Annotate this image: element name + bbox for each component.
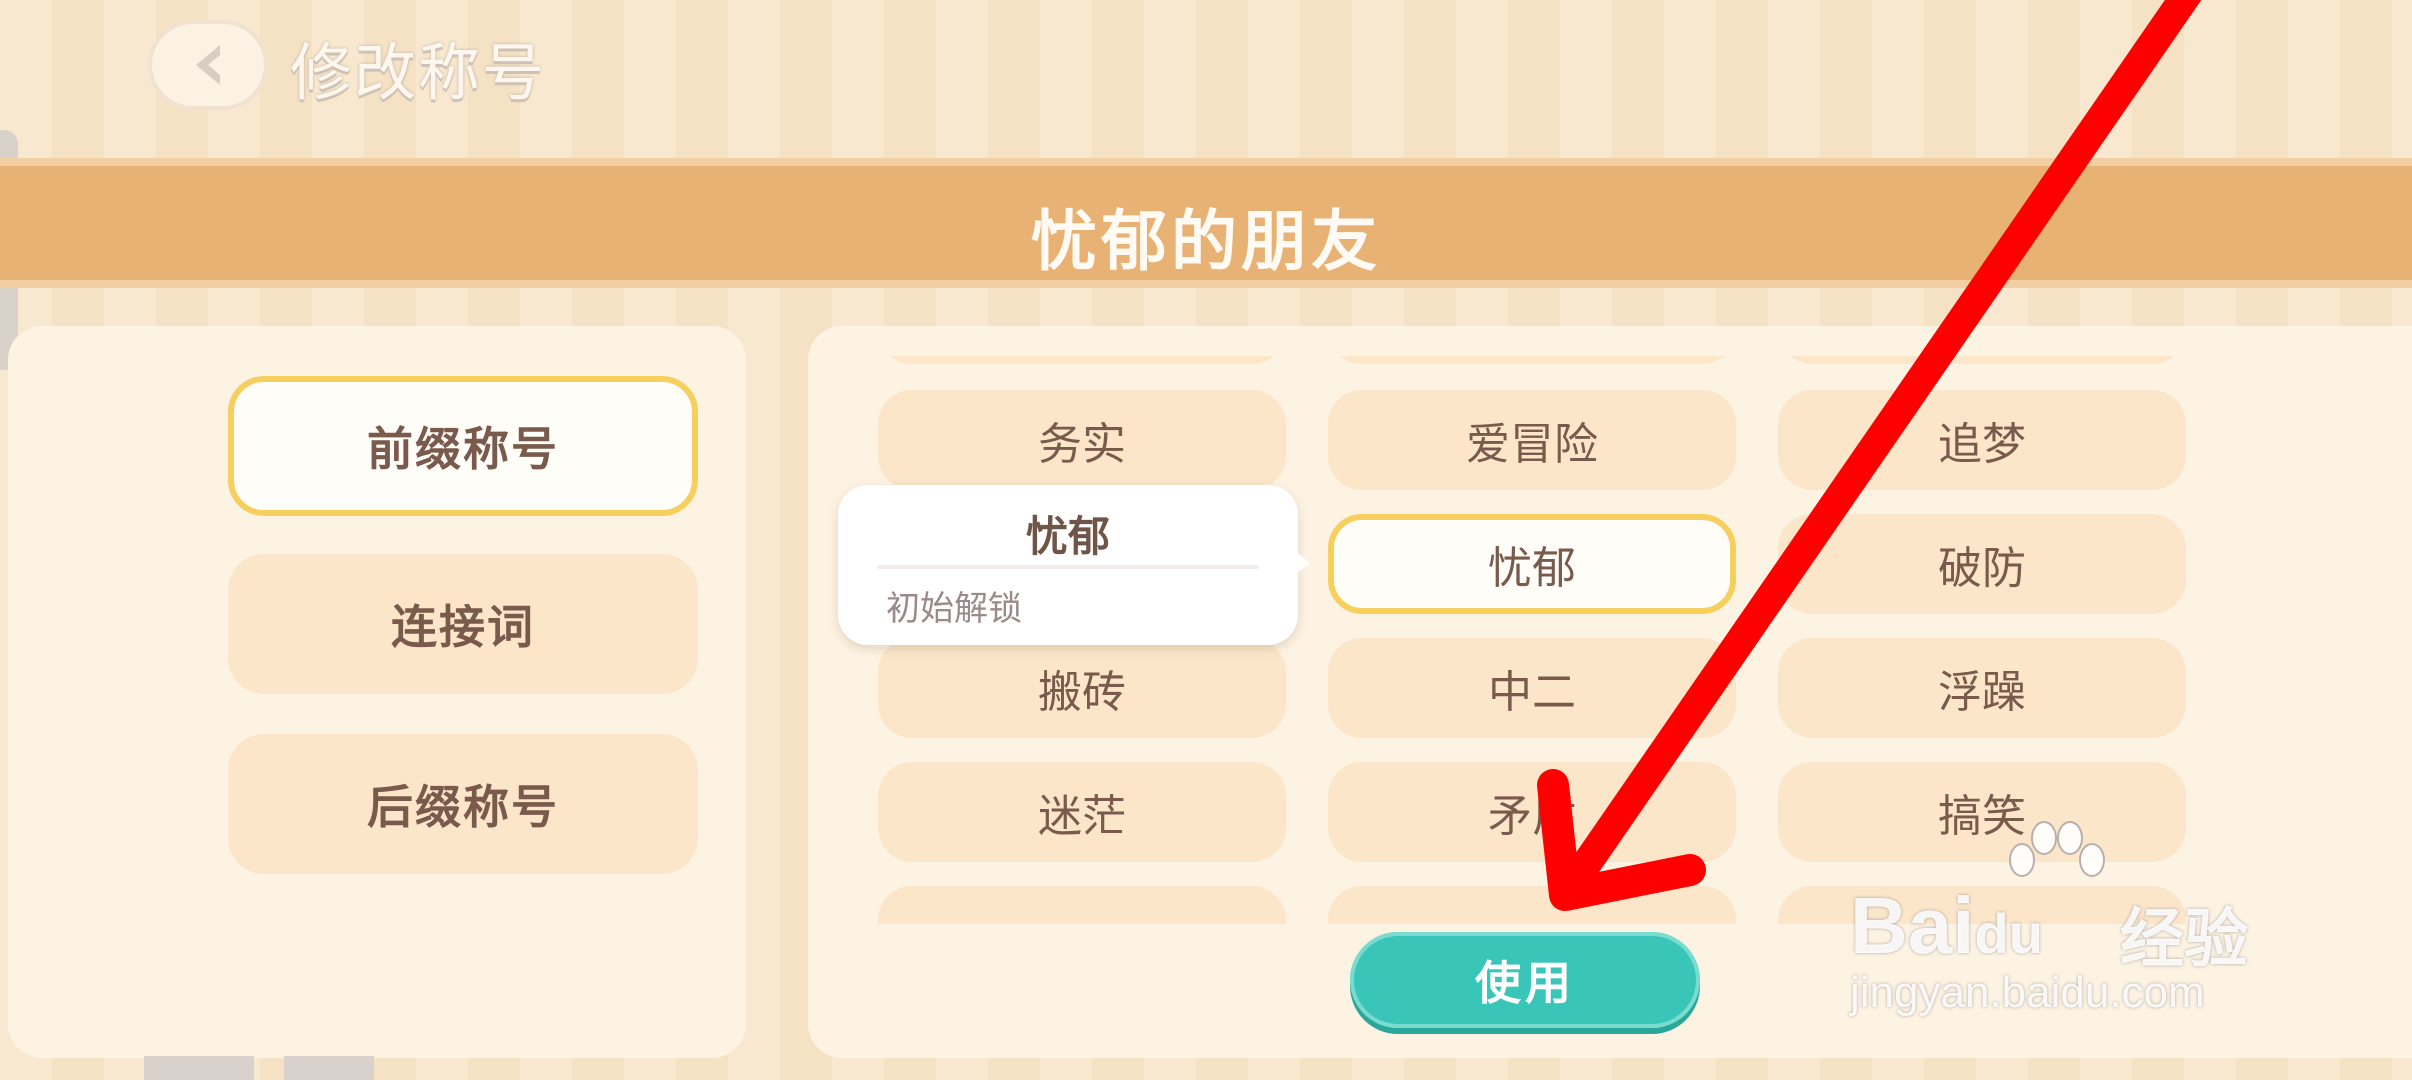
top-bar: 修改称号 [0, 0, 2412, 160]
title-item[interactable]: 追梦 [1778, 390, 2186, 490]
title-item[interactable]: 迷茫 [878, 762, 1286, 862]
title-item[interactable]: 务实 [878, 390, 1286, 490]
title-info-popup: 忧郁 初始解锁 [838, 485, 1310, 645]
category-connector-tab[interactable]: 连接词 [228, 554, 698, 694]
watermark-brand: 经验 [2120, 903, 2248, 975]
title-item[interactable]: 矛盾 [1328, 762, 1736, 862]
chevron-left-icon [196, 45, 220, 85]
title-banner: 忧郁的朋友 [0, 158, 2412, 288]
baidu-jingyan-watermark: Baidu 经验 jingyan.baidu.com [1850, 820, 2290, 1020]
title-item[interactable]: 搬砖 [878, 638, 1286, 738]
title-item-partial[interactable] [1328, 886, 1736, 924]
category-prefix-tab[interactable]: 前缀称号 [228, 376, 698, 516]
watermark-logo: Baidu [1850, 881, 2043, 970]
popup-title: 忧郁 [1025, 512, 1110, 561]
popup-divider [878, 565, 1258, 569]
popup-unlock-condition: 初始解锁 [886, 589, 1022, 629]
title-item[interactable]: 中二 [1328, 638, 1736, 738]
bottom-edge-decoration [144, 1056, 374, 1080]
title-item-partial[interactable] [1328, 356, 1736, 364]
title-item-partial[interactable] [1778, 356, 2186, 364]
title-item-selected[interactable]: 忧郁 [1328, 514, 1736, 614]
title-item-partial[interactable] [878, 356, 1286, 364]
page-title: 修改称号 [290, 36, 547, 109]
title-item[interactable]: 浮躁 [1778, 638, 2186, 738]
watermark-url: jingyan.baidu.com [1850, 968, 2205, 1017]
title-item[interactable]: 破防 [1778, 514, 2186, 614]
category-panel: 前缀称号 连接词 后缀称号 [8, 326, 746, 1058]
category-suffix-tab[interactable]: 后缀称号 [228, 734, 698, 874]
back-button[interactable] [148, 20, 268, 110]
title-item-partial[interactable] [878, 886, 1286, 924]
current-title-preview: 忧郁的朋友 [1031, 203, 1381, 280]
use-button[interactable]: 使用 [1350, 932, 1700, 1028]
title-item[interactable]: 爱冒险 [1328, 390, 1736, 490]
